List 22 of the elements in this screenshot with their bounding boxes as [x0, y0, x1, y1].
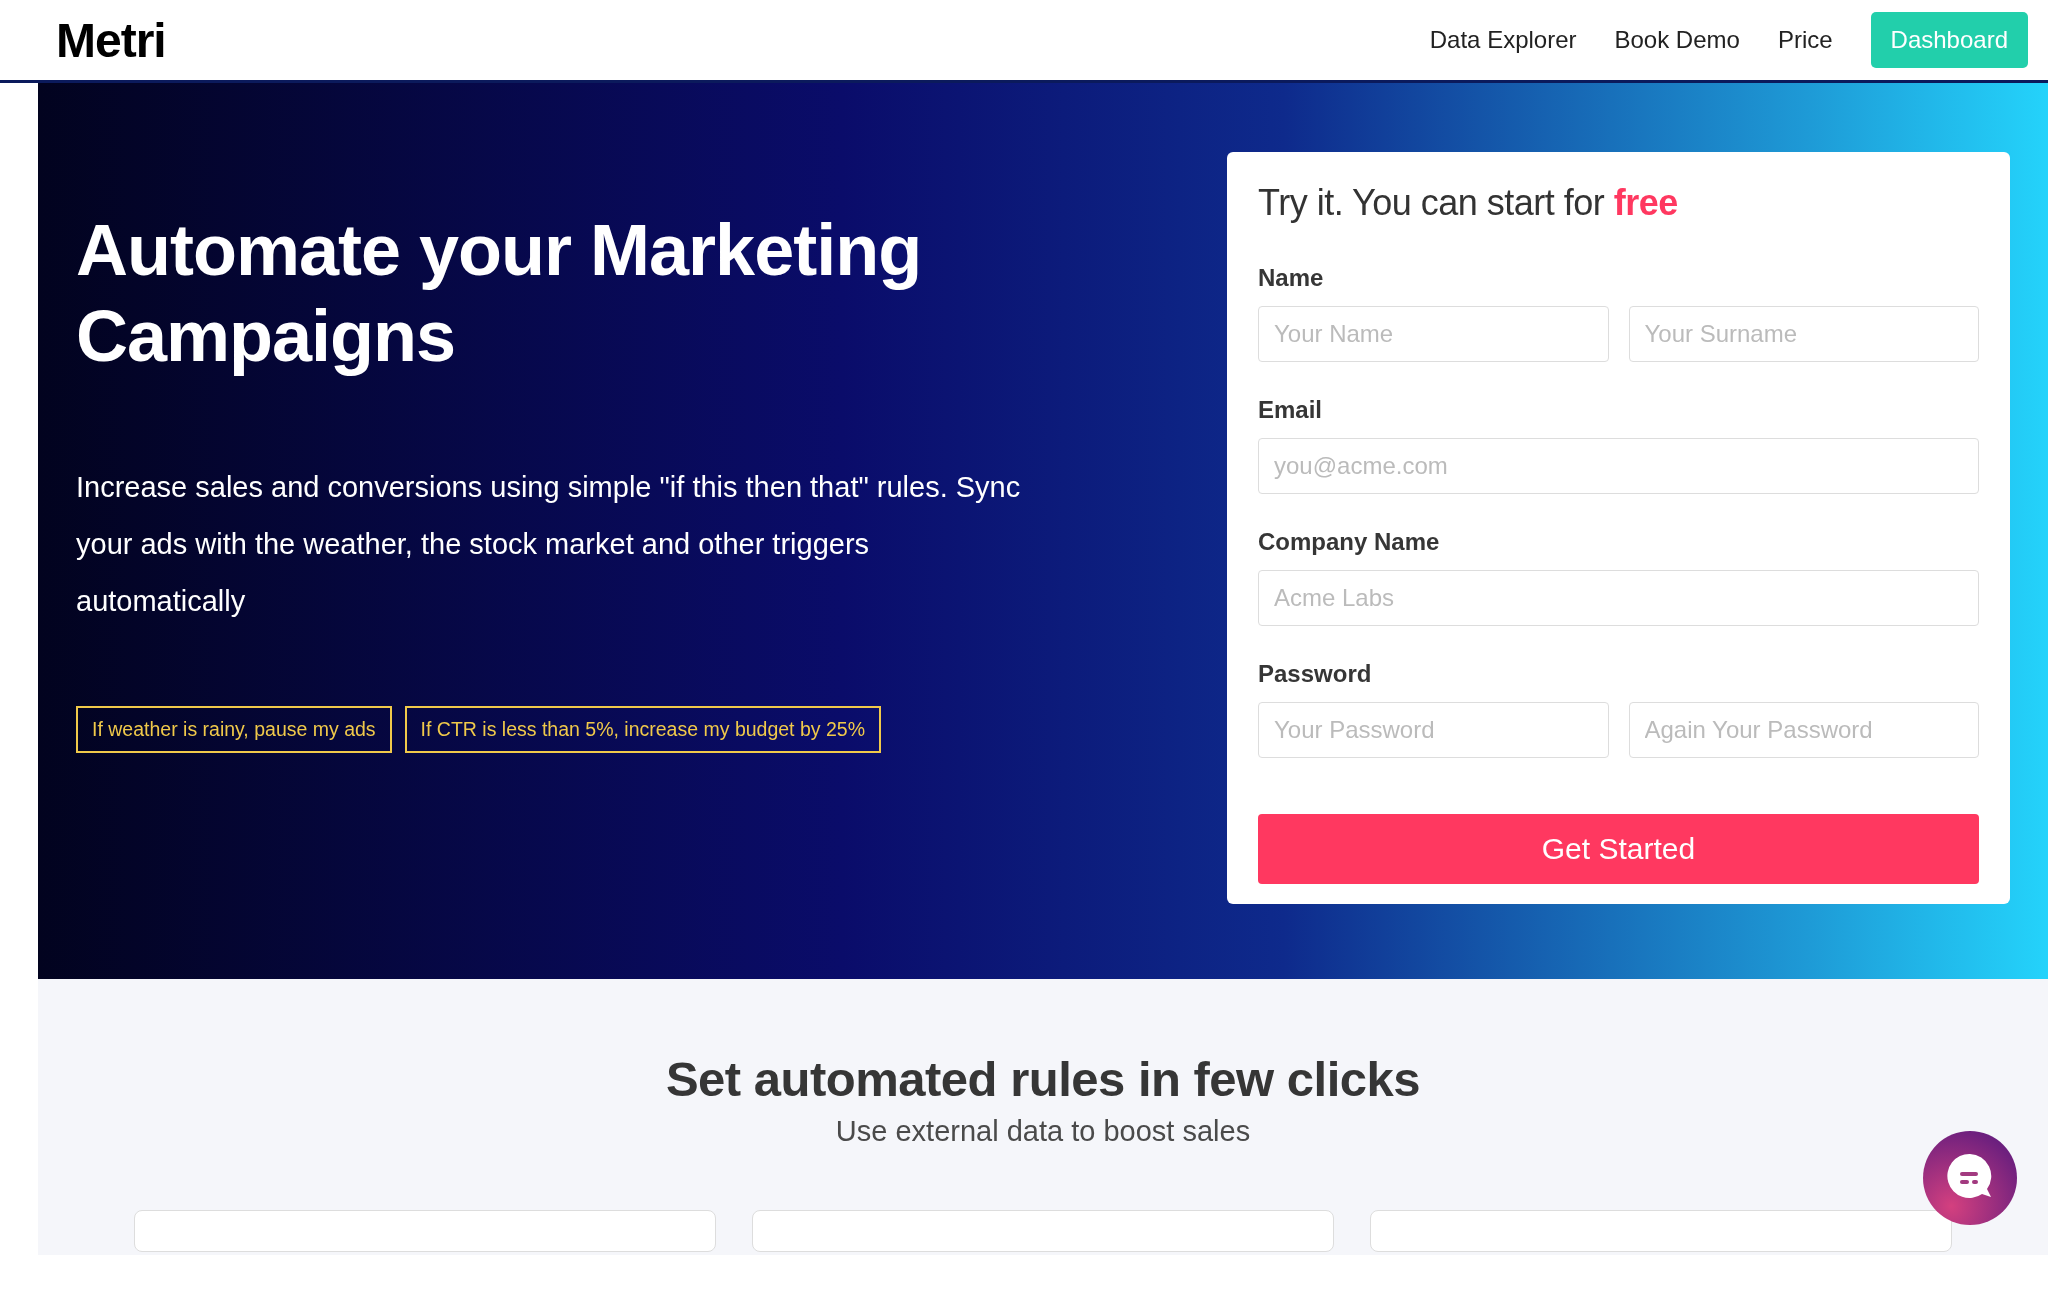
rule-tag: If weather is rainy, pause my ads [76, 706, 392, 753]
nav-link[interactable]: Data Explorer [1429, 26, 1577, 54]
input-field[interactable]: Again Your Password [1628, 702, 1979, 758]
nav-link[interactable]: Book Demo [1614, 26, 1740, 54]
input-field[interactable]: Acme Labs [1258, 570, 1979, 626]
input-field[interactable]: Your Surname [1628, 306, 1979, 362]
input-field[interactable]: Your Name [1258, 306, 1609, 362]
field-label: Name [1258, 264, 1325, 292]
field-label: Password [1258, 660, 1373, 688]
rule-tag: If CTR is less than 5%, increase my budget by 25% [404, 706, 881, 753]
hero-title: Automate your Marketing Campaigns [76, 209, 923, 378]
field-label: Email [1258, 396, 1324, 424]
field-label: Company Name [1258, 528, 1441, 556]
section-title: Set automated rules in few clicks [665, 1051, 1421, 1107]
get-started-button[interactable]: Get Started [1258, 814, 1979, 884]
logo[interactable]: Metri [56, 12, 166, 68]
nav-link[interactable]: Price [1777, 26, 1833, 54]
hero-description: Increase sales and conversions using simple "if this then that" rules. Sync your ads with the weather, the stock market and other triggers automatically [76, 470, 1022, 619]
form-title: Try it. You can start for free [1258, 182, 1679, 224]
input-field[interactable]: you@acme.com [1258, 438, 1979, 494]
section-subtitle: Use external data to boost sales [835, 1115, 1251, 1148]
input-field[interactable]: Your Password [1258, 702, 1609, 758]
